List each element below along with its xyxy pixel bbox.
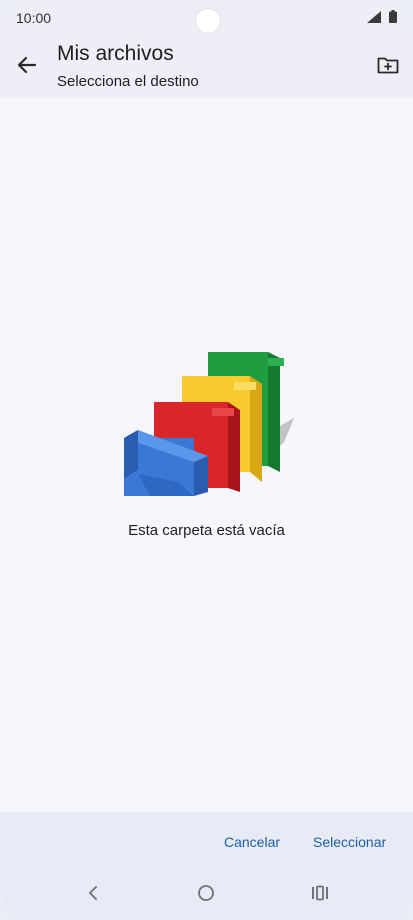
new-folder-button[interactable] [373,52,403,82]
page-title: Mis archivos [57,42,174,65]
nav-back-icon [87,885,99,906]
nav-recents-button[interactable] [305,880,335,910]
camera-cutout [195,8,221,34]
bottom-action-bar: Cancelar Seleccionar [0,812,413,920]
signal-icon [367,10,381,28]
phone-screen: 10:00 Mis archivos Selecciona el destino… [0,0,413,920]
file-list-area: Esta carpeta está vacía [0,98,413,812]
select-button[interactable]: Seleccionar [313,834,386,850]
page-subtitle: Selecciona el destino [57,73,199,90]
new-folder-icon [377,56,399,79]
nav-home-icon [197,884,215,907]
folders-illustration [116,342,300,502]
arrow-left-icon [17,56,37,79]
status-bar: 10:00 [0,0,413,38]
cancel-button[interactable]: Cancelar [224,834,280,850]
battery-icon [389,10,397,28]
status-time: 10:00 [16,10,52,26]
empty-folder-message: Esta carpeta está vacía [128,522,285,539]
status-icons [367,10,397,28]
nav-recents-icon [311,885,329,906]
system-nav-bar [0,880,413,912]
nav-home-button[interactable] [191,880,221,910]
nav-back-button[interactable] [78,880,108,910]
app-bar: Mis archivos Selecciona el destino [0,38,413,98]
back-button[interactable] [12,52,42,82]
